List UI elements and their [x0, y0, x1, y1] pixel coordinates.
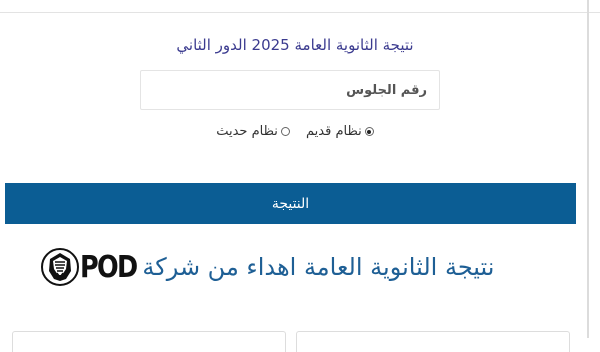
- radio-new-system[interactable]: نظام حديث: [216, 124, 290, 139]
- radio-new-system-label: نظام حديث: [216, 124, 278, 139]
- result-card-right: [296, 331, 570, 352]
- result-card-left: [12, 331, 286, 352]
- radio-old-system-dot[interactable]: [364, 127, 374, 136]
- sponsor-banner: POD نتيجة الثانوية العامة اهداء من شركة: [40, 244, 494, 290]
- radio-old-system[interactable]: نظام قديم: [306, 124, 374, 139]
- radio-new-system-dot[interactable]: [280, 127, 290, 136]
- top-bar-edge: [0, 0, 600, 13]
- radio-old-system-label: نظام قديم: [306, 124, 362, 139]
- banner-text: نتيجة الثانوية العامة اهداء من شركة: [142, 253, 495, 281]
- system-radio-group: نظام قديم نظام حديث: [0, 124, 590, 140]
- pod-logo-text: POD: [80, 249, 138, 285]
- form-title: نتيجة الثانوية العامة 2025 الدور الثاني: [176, 36, 414, 54]
- pod-logo: POD: [40, 247, 138, 287]
- seat-number-input[interactable]: [140, 70, 440, 110]
- lion-emblem-icon: [41, 248, 79, 286]
- result-button[interactable]: النتيجة: [5, 183, 576, 224]
